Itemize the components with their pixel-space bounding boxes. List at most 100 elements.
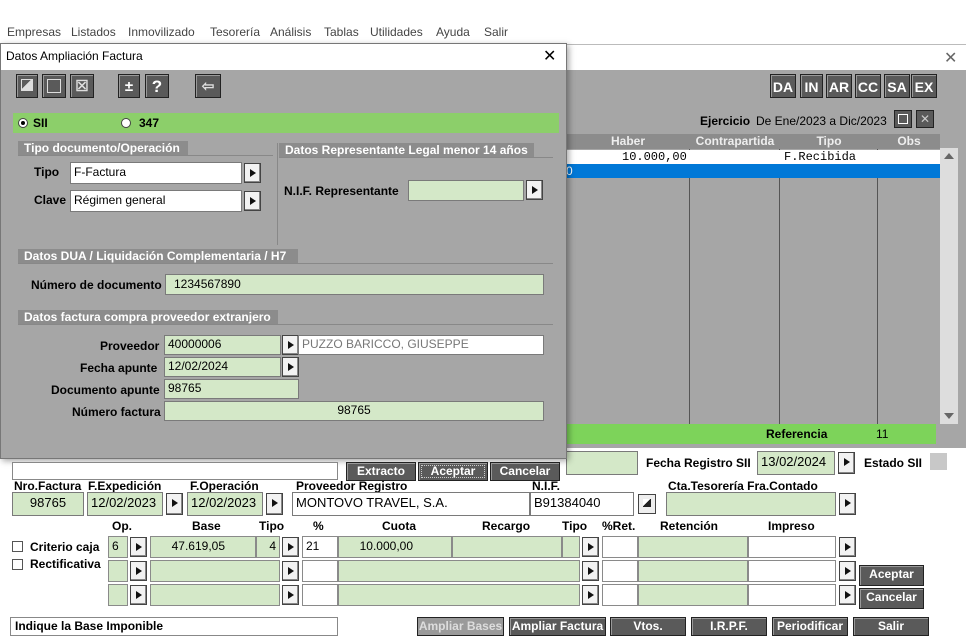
nif-repr-field[interactable] xyxy=(408,180,524,201)
menu-inmovilizado[interactable]: Inmovilizado xyxy=(128,25,195,39)
irpf-button[interactable]: I.R.P.F. xyxy=(691,617,767,636)
cta-tesoreria-arrow-icon[interactable] xyxy=(839,493,856,515)
iva-ret-pct-field[interactable] xyxy=(602,560,638,582)
ampliar-bases-button[interactable]: Ampliar Bases xyxy=(417,617,504,636)
iva-base-field[interactable]: 47.619,05 xyxy=(150,536,256,558)
menu-utilidades[interactable]: Utilidades xyxy=(370,25,423,39)
exit-icon[interactable]: ⇦ xyxy=(195,74,221,98)
edit-nif-icon[interactable] xyxy=(638,494,656,514)
periodificar-button[interactable]: Periodificar xyxy=(772,617,848,636)
table-row[interactable]: 10.000,00 F.Recibida xyxy=(566,150,940,164)
numdoc-field[interactable]: 1234567890 xyxy=(165,274,544,295)
aceptar-side-button[interactable]: Aceptar xyxy=(859,565,924,586)
num-factura-field[interactable]: 98765 xyxy=(164,401,544,421)
criterio-caja-checkbox[interactable] xyxy=(12,541,23,552)
in-button[interactable]: IN xyxy=(800,74,823,98)
iva-impreso-field[interactable] xyxy=(748,536,836,558)
menu-ayuda[interactable]: Ayuda xyxy=(436,25,470,39)
proveedor-code-field[interactable]: 40000006 xyxy=(164,335,281,355)
delete-record-icon[interactable]: ☒ xyxy=(70,74,94,98)
iva-base-field[interactable] xyxy=(150,560,280,582)
clave-arrow-icon[interactable] xyxy=(244,191,261,211)
fecha-apunte-field[interactable]: 12/02/2024 xyxy=(164,357,281,377)
menu-listados[interactable]: Listados xyxy=(71,25,116,39)
fecha-apunte-arrow-icon[interactable] xyxy=(282,357,299,377)
iva-tipo2-arrow-icon[interactable] xyxy=(582,537,599,557)
dialog-cancelar-button[interactable]: Cancelar xyxy=(490,462,560,481)
menu-empresas[interactable]: Empresas xyxy=(7,25,61,39)
blank-record-icon[interactable] xyxy=(42,74,66,98)
iva-tipo-arrow-icon[interactable] xyxy=(282,537,299,557)
iva-impreso-field[interactable] xyxy=(748,584,836,606)
nif-repr-arrow-icon[interactable] xyxy=(526,180,543,200)
fecha-registro-arrow-icon[interactable] xyxy=(838,452,855,474)
ampliar-factura-button[interactable]: Ampliar Factura xyxy=(509,617,606,636)
plus-minus-icon[interactable]: ± xyxy=(118,74,140,98)
menu-analisis[interactable]: Análisis xyxy=(270,25,311,39)
cta-tesoreria-field[interactable] xyxy=(666,492,836,516)
iva-cuota-field[interactable] xyxy=(338,560,580,582)
f-operacion-arrow-icon[interactable] xyxy=(266,493,283,515)
iva-cuota-field[interactable] xyxy=(338,584,580,606)
vtos-button[interactable]: Vtos. xyxy=(610,617,686,636)
fecha-registro-field[interactable]: 13/02/2024 xyxy=(757,451,835,475)
salir-button[interactable]: Salir xyxy=(853,617,929,636)
iva-tipo-field[interactable]: 4 xyxy=(256,536,280,558)
menu-salir[interactable]: Salir xyxy=(484,25,508,39)
proveedor-registro-field[interactable]: MONTOVO TRAVEL, S.A. xyxy=(292,492,530,516)
iva-ret-pct-field[interactable] xyxy=(602,536,638,558)
cancelar-side-button[interactable]: Cancelar xyxy=(859,588,924,609)
iva-pct-field[interactable] xyxy=(302,584,338,606)
f-expedicion-field[interactable]: 12/02/2023 xyxy=(87,492,163,516)
iva-op-arrow-icon[interactable] xyxy=(130,561,147,581)
nif-field[interactable]: B91384040 xyxy=(530,492,634,516)
extracto-button[interactable]: Extracto xyxy=(346,462,416,481)
help-icon[interactable]: ? xyxy=(145,74,169,98)
first-record-icon[interactable] xyxy=(16,74,38,98)
iva-impreso-arrow-icon[interactable] xyxy=(839,561,856,581)
tipo-field[interactable]: F-Factura xyxy=(70,162,242,184)
ar-button[interactable]: AR xyxy=(826,74,852,98)
proveedor-name-field[interactable]: PUZZO BARICCO, GIUSEPPE xyxy=(298,335,544,355)
f-expedicion-arrow-icon[interactable] xyxy=(166,493,183,515)
iva-impreso-field[interactable] xyxy=(748,560,836,582)
iva-pct-field[interactable]: 21 xyxy=(302,536,338,558)
sii-radio[interactable] xyxy=(18,118,28,128)
menu-tablas[interactable]: Tablas xyxy=(324,25,359,39)
da-button[interactable]: DA xyxy=(770,74,796,98)
iva-retencion-field[interactable] xyxy=(638,536,748,558)
dialog-aceptar-button[interactable]: Aceptar xyxy=(418,462,488,481)
iva-base-field[interactable] xyxy=(150,584,280,606)
iva-op-field[interactable]: 6 xyxy=(108,536,128,558)
iva-op-field[interactable] xyxy=(108,584,128,606)
tipo-arrow-icon[interactable] xyxy=(244,163,261,183)
iva-impreso-arrow-icon[interactable] xyxy=(839,585,856,605)
sa-button[interactable]: SA xyxy=(884,74,910,98)
iva-retencion-field[interactable] xyxy=(638,560,748,582)
iva-op-field[interactable] xyxy=(108,560,128,582)
scroll-up-icon[interactable] xyxy=(944,153,954,159)
menu-tesoreria[interactable]: Tesorería xyxy=(210,25,260,39)
maximize-icon[interactable] xyxy=(894,110,912,128)
iva-op-arrow-icon[interactable] xyxy=(130,537,147,557)
cc-button[interactable]: CC xyxy=(855,74,881,98)
iva-tipo2-field[interactable] xyxy=(562,536,580,558)
close-icon[interactable]: ✕ xyxy=(944,48,957,68)
scrollbar[interactable] xyxy=(940,148,958,424)
doc-apunte-field[interactable]: 98765 xyxy=(164,379,299,399)
iva-op-arrow-icon[interactable] xyxy=(130,585,147,605)
iva-pct-field[interactable] xyxy=(302,560,338,582)
iva-tipo2-arrow-icon[interactable] xyxy=(582,585,599,605)
rectificativa-checkbox[interactable] xyxy=(12,559,23,570)
iva-impreso-arrow-icon[interactable] xyxy=(839,537,856,557)
dialog-close-icon[interactable]: ✕ xyxy=(543,46,556,66)
iva-recargo-field[interactable] xyxy=(452,536,562,558)
clave-field[interactable]: Régimen general xyxy=(70,190,242,212)
iva-tipo-arrow-icon[interactable] xyxy=(282,561,299,581)
registro-field[interactable] xyxy=(566,451,638,475)
iva-tipo-arrow-icon[interactable] xyxy=(282,585,299,605)
proveedor-arrow-icon[interactable] xyxy=(282,335,299,355)
nro-factura-field[interactable]: 98765 xyxy=(12,492,84,516)
table-row-selected[interactable]: 0 xyxy=(566,164,940,178)
close-panel-icon[interactable]: ✕ xyxy=(916,110,934,128)
